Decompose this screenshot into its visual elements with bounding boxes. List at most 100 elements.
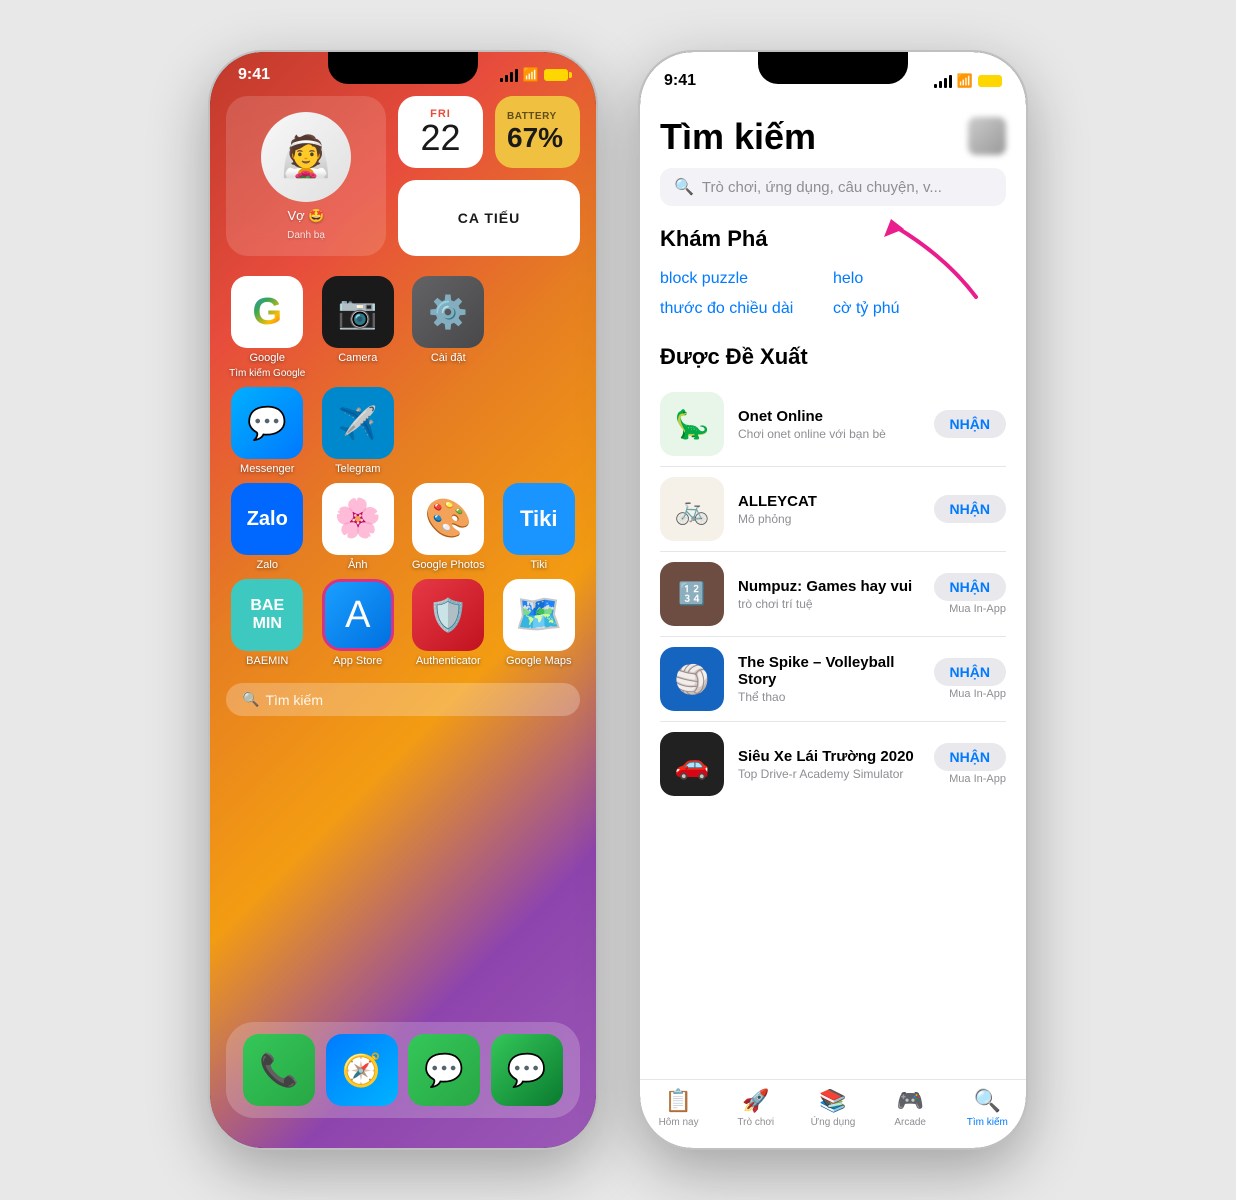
widget-music[interactable]: CA TIẾU	[398, 180, 580, 256]
tab-search-label: Tìm kiếm	[967, 1117, 1008, 1128]
tab-arcade[interactable]: 🎮 Arcade	[878, 1088, 942, 1128]
app-icon-numpuz: 🔢	[660, 562, 724, 626]
app-name-spike: The Spike – Volleyball Story	[738, 654, 920, 688]
tab-games[interactable]: 🚀 Trò chơi	[724, 1088, 788, 1128]
search-input-bar[interactable]: 🔍 Trò chơi, ứng dụng, câu chuyện, v...	[660, 168, 1006, 206]
app-label-baemin: BAEMIN	[246, 655, 288, 667]
tab-bar: 📋 Hôm nay 🚀 Trò chơi 📚 Ứng dụng 🎮 Arcade…	[640, 1079, 1026, 1148]
app-item-maps[interactable]: 🗺️ Google Maps	[498, 579, 581, 667]
app-label-photos: Ảnh	[348, 559, 368, 571]
app-icon-appstore: A	[322, 579, 394, 651]
contact-avatar: 👰	[261, 112, 351, 202]
btn-nhan-onet[interactable]: NHẬN	[934, 410, 1006, 438]
app-item-empty1	[498, 276, 581, 379]
dock-chat[interactable]: 💬	[491, 1034, 563, 1106]
btn-nhan-spike[interactable]: NHẬN	[934, 658, 1006, 686]
app-item-photos[interactable]: 🌸 Ảnh	[317, 483, 400, 571]
app-info-alleycat: ALLEYCAT Mô phỏng	[738, 493, 920, 526]
btn-nhan-sieuxe[interactable]: NHẬN	[934, 743, 1006, 771]
dock-messages[interactable]: 💬	[408, 1034, 480, 1106]
app-info-spike: The Spike – Volleyball Story Thể thao	[738, 654, 920, 704]
home-search-bar[interactable]: 🔍 Tìm kiếm	[226, 683, 580, 716]
phone-2: 9:41 📶 Tìm kiếm	[638, 50, 1028, 1150]
widgets-row: 👰 Vợ 🤩 Danh bạ FRI 22 BATTERY 67%	[210, 84, 596, 268]
app-item-tiki[interactable]: Tiki Tiki	[498, 483, 581, 571]
app-icon-camera: 📷	[322, 276, 394, 348]
app-desc-spike: Thể thao	[738, 690, 920, 704]
app-desc-sieuxe: Top Drive-r Academy Simulator	[738, 767, 920, 781]
app-item-authenticator[interactable]: 🛡️ Authenticator	[407, 579, 490, 667]
dock-phone[interactable]: 📞	[243, 1034, 315, 1106]
app-list-item-alleycat[interactable]: 🚲 ALLEYCAT Mô phỏng NHẬN	[660, 467, 1006, 552]
status-right-1: 📶	[500, 67, 568, 83]
signal-icon	[500, 69, 518, 82]
contact-label: Danh bạ	[287, 230, 325, 241]
btn-col-numpuz: NHẬN Mua In-App	[934, 573, 1006, 615]
tab-games-label: Trò chơi	[737, 1117, 774, 1128]
app-info-numpuz: Numpuz: Games hay vui trò chơi trí tuệ	[738, 578, 920, 611]
dock: 📞 🧭 💬 💬	[226, 1022, 580, 1118]
app-list-item-spike[interactable]: 🏐 The Spike – Volleyball Story Thể thao …	[660, 637, 1006, 722]
tab-search-icon: 🔍	[974, 1088, 1001, 1114]
app-name-sieuxe: Siêu Xe Lái Trường 2020	[738, 748, 920, 765]
app-label-zalo: Zalo	[257, 559, 278, 571]
tab-today[interactable]: 📋 Hôm nay	[647, 1088, 711, 1128]
appstore-search-screen: 9:41 📶 Tìm kiếm	[640, 52, 1026, 1148]
battery-icon-2	[978, 75, 1002, 87]
search-icon-bar: 🔍	[674, 177, 694, 197]
app-icon-sieuxe: 🚗	[660, 732, 724, 796]
app-item-camera[interactable]: 📷 Camera	[317, 276, 400, 379]
app-icon-settings: ⚙️	[412, 276, 484, 348]
app-label-gphotos: Google Photos	[412, 559, 485, 571]
app-item-telegram[interactable]: ✈️ Telegram	[317, 387, 400, 475]
app-label-google: Google	[250, 352, 285, 364]
app-icon-tiki: Tiki	[503, 483, 575, 555]
app-item-google[interactable]: G Google Tìm kiếm Google	[226, 276, 309, 379]
app-desc-alleycat: Mô phỏng	[738, 512, 920, 526]
discover-tag-2[interactable]: thước đo chiều dài	[660, 294, 833, 324]
app-item-appstore[interactable]: A App Store	[317, 579, 400, 667]
discover-tag-0[interactable]: block puzzle	[660, 264, 833, 294]
section-title-recommended: Được Đề Xuất	[660, 344, 1006, 370]
app-list-item-numpuz[interactable]: 🔢 Numpuz: Games hay vui trò chơi trí tuệ…	[660, 552, 1006, 637]
arrow-annotation	[866, 207, 996, 312]
app-label-authenticator: Authenticator	[416, 655, 481, 667]
btn-nhan-numpuz[interactable]: NHẬN	[934, 573, 1006, 601]
app-sub-sieuxe: Mua In-App	[949, 773, 1006, 785]
app-sub-numpuz: Mua In-App	[949, 603, 1006, 615]
app-item-settings[interactable]: ⚙️ Cài đặt	[407, 276, 490, 379]
home-screen: 9:41 📶 👰	[210, 52, 596, 1148]
widget-battery[interactable]: BATTERY 67%	[495, 96, 580, 168]
tab-apps[interactable]: 📚 Ứng dụng	[801, 1088, 865, 1128]
app-list-item-sieuxe[interactable]: 🚗 Siêu Xe Lái Trường 2020 Top Drive-r Ac…	[660, 722, 1006, 806]
signal-icon-2	[934, 75, 952, 88]
battery-pct-widget: 67%	[507, 122, 563, 154]
btn-nhan-alleycat[interactable]: NHẬN	[934, 495, 1006, 523]
app-item-gphotos[interactable]: 🎨 Google Photos	[407, 483, 490, 571]
wifi-icon: 📶	[523, 67, 539, 83]
app-list-item-onet[interactable]: 🦕 Onet Online Chơi onet online với bạn b…	[660, 382, 1006, 467]
notch-1	[328, 52, 478, 84]
home-search-text: Tìm kiếm	[265, 692, 323, 708]
tab-today-label: Hôm nay	[659, 1117, 699, 1128]
app-name-numpuz: Numpuz: Games hay vui	[738, 578, 920, 595]
app-label-telegram: Telegram	[335, 463, 380, 475]
app-item-zalo[interactable]: Zalo Zalo	[226, 483, 309, 571]
profile-avatar[interactable]	[968, 117, 1006, 155]
time-display-1: 9:41	[238, 66, 270, 84]
dock-safari[interactable]: 🧭	[326, 1034, 398, 1106]
tab-today-icon: 📋	[665, 1088, 692, 1114]
tab-games-icon: 🚀	[742, 1088, 769, 1114]
widget-contact[interactable]: 👰 Vợ 🤩 Danh bạ	[226, 96, 386, 256]
app-item-baemin[interactable]: BAEMIN BAEMIN	[226, 579, 309, 667]
app-icon-messenger: 💬	[231, 387, 303, 459]
tab-search[interactable]: 🔍 Tìm kiếm	[955, 1088, 1019, 1128]
widget-date[interactable]: FRI 22	[398, 96, 483, 168]
app-icon-zalo: Zalo	[231, 483, 303, 555]
app-label-settings: Cài đặt	[431, 352, 466, 364]
dock-phone-icon: 📞	[243, 1034, 315, 1106]
app-item-messenger[interactable]: 💬 Messenger	[226, 387, 309, 475]
battery-icon-1	[544, 69, 568, 81]
dock-safari-icon: 🧭	[326, 1034, 398, 1106]
date-num: 22	[420, 120, 460, 156]
